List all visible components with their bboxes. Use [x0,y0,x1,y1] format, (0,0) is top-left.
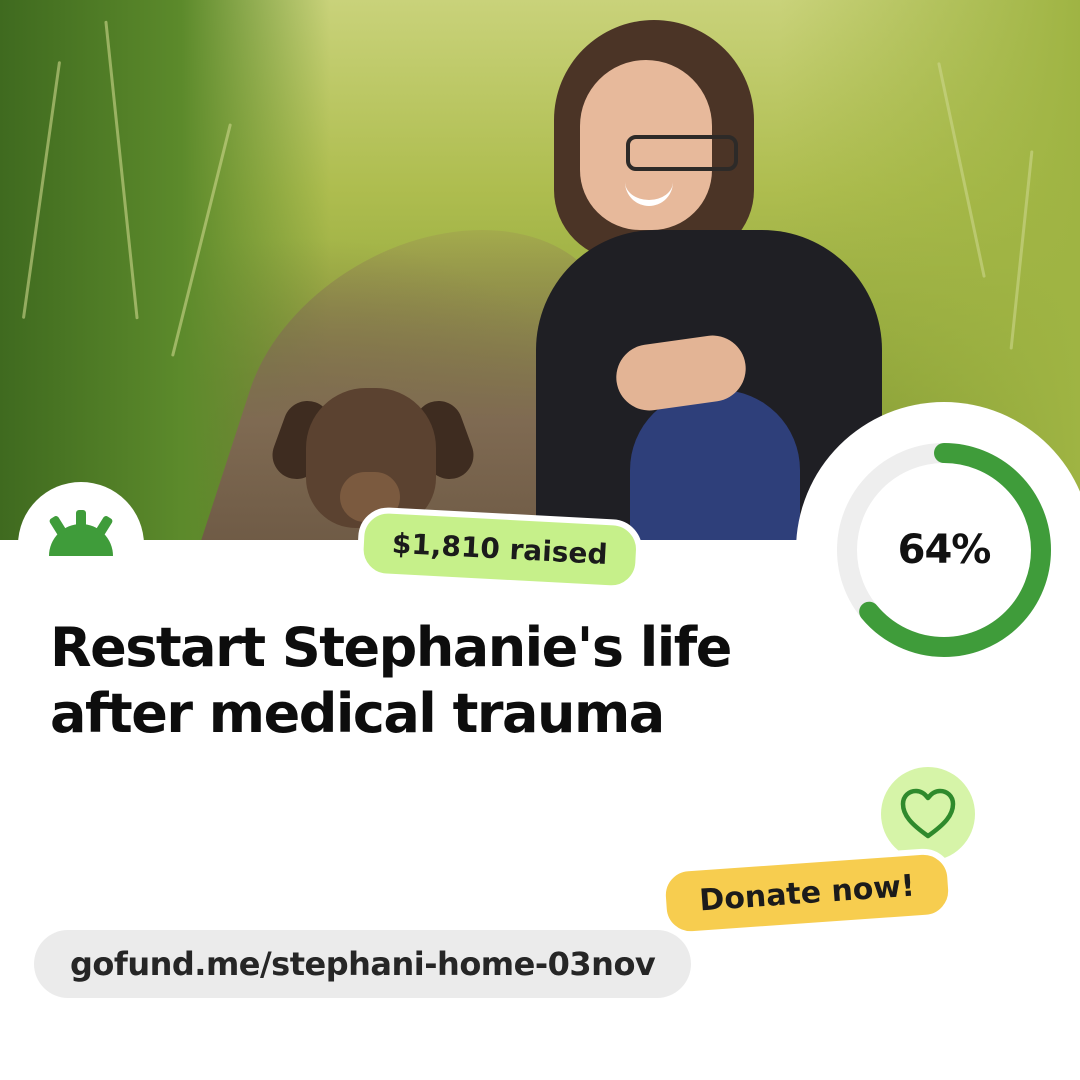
gofundme-logo-icon [49,510,113,556]
title-line-1: Restart Stephanie's life [50,616,732,679]
fundraiser-link[interactable]: gofund.me/stephani-home-03nov [34,930,692,998]
raised-amount-badge: $1,810 raised [356,506,644,593]
fundraiser-card: 64% $1,810 raised Restart Stephanie's li… [0,0,1080,1080]
heart-button[interactable] [881,767,975,861]
progress-percent: 64% [897,527,992,573]
title-line-2: after medical trauma [50,682,665,745]
campaign-title: Restart Stephanie's life after medical t… [50,615,810,747]
heart-icon [900,788,956,839]
